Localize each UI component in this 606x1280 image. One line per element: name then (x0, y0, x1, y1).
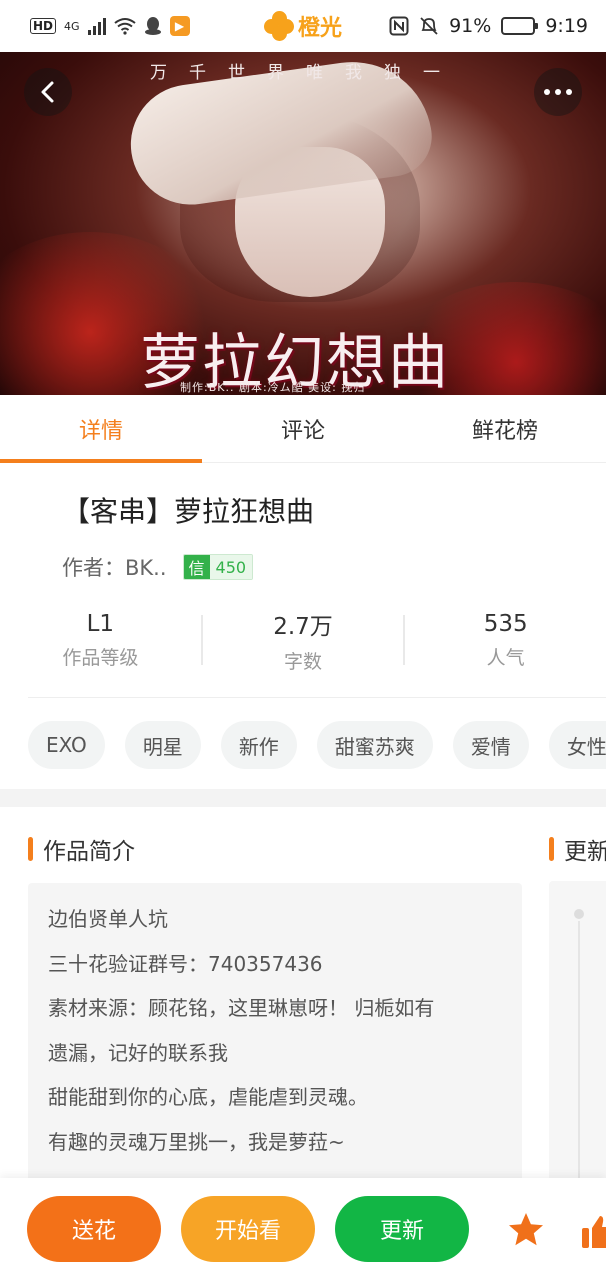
favorite-star-icon[interactable] (506, 1210, 546, 1250)
work-stats: L1 作品等级 2.7万 字数 535 人气 (0, 606, 606, 674)
synopsis-line: 甜能甜到你的心底，虐能虐到灵魂。 (48, 1085, 368, 1109)
brand-name: 橙光 (297, 16, 343, 41)
battery-percent: 91% (449, 15, 492, 37)
update-button[interactable]: 更新 (335, 1196, 469, 1262)
synopsis-line: 素材来源：顾花铭，这里琳崽呀！ 归栀如有 (48, 996, 435, 1020)
banner-tagline: 万千世界唯我独一 (150, 63, 462, 83)
wifi-icon (113, 18, 136, 35)
timeline-line (578, 921, 580, 1221)
tag-chip[interactable]: 女性向 (548, 721, 606, 769)
stat-word-count: 2.7万 字数 (203, 606, 404, 674)
stat-word-count-value: 2.7万 (273, 613, 333, 640)
nfc-icon (389, 16, 409, 36)
tag-chip[interactable]: 明星 (124, 721, 201, 769)
synopsis-line: 边伯贤单人坑 (48, 907, 168, 931)
stat-level-value: L1 (86, 610, 115, 637)
stat-popularity-value: 535 (483, 610, 528, 637)
tab-comments[interactable]: 评论 (202, 395, 404, 462)
stat-level-label: 作品等级 (62, 646, 139, 669)
banner-credits: 制作:BK.. 剧本:冷ム酷 美设: 挽归 (180, 381, 366, 394)
synopsis-line: 有趣的灵魂万里挑一，我是萝菈~ (48, 1129, 345, 1154)
more-dots-icon (544, 89, 572, 95)
update-timeline-card[interactable] (549, 881, 606, 1221)
network-type: 4G (64, 19, 80, 33)
tab-details[interactable]: 详情 (0, 395, 202, 463)
thumbs-up-icon[interactable] (580, 1212, 606, 1252)
signal-icon (87, 17, 106, 35)
tag-list: EXO 明星 新作 甜蜜苏爽 爱情 女性向 (28, 721, 606, 769)
heading-accent-bar (549, 837, 554, 861)
status-right: 91% 9:19 (389, 15, 588, 37)
credit-value: 450 (209, 555, 253, 579)
stat-popularity: 535 人气 (405, 606, 606, 674)
work-title: 【客串】萝拉狂想曲 (62, 495, 315, 528)
stat-level: L1 作品等级 (0, 606, 201, 674)
heading-accent-bar (28, 837, 33, 861)
brand-logo: 橙光 (263, 10, 343, 42)
flower-logo-icon (263, 11, 294, 41)
author-row: 作者：BK.. 信 450 (62, 552, 254, 582)
cover-banner: 万千世界唯我独一 萝拉幻想曲 制作:BK.. 剧本:冷ム酷 美设: 挽归 (0, 52, 606, 395)
synopsis-line: 遗漏，记好的联系我 (48, 1040, 228, 1065)
more-button[interactable] (534, 68, 582, 116)
tag-chip[interactable]: EXO (28, 721, 105, 769)
status-bar: HD 4G ▶ 橙光 91% 9:19 (0, 0, 606, 52)
bottom-action-bar: 送花 开始看 更新 (0, 1178, 606, 1280)
tag-chip[interactable]: 爱情 (452, 721, 529, 769)
author-name[interactable]: 作者：BK.. (62, 552, 167, 582)
start-reading-button[interactable]: 开始看 (181, 1196, 315, 1262)
synopsis-card[interactable]: 边伯贤单人坑 三十花验证群号：740357436 素材来源：顾花铭，这里琳崽呀！… (28, 883, 522, 1213)
synopsis-heading: 作品简介 (28, 832, 135, 866)
chevron-left-icon (41, 81, 54, 103)
credit-badge: 信 450 (182, 554, 254, 580)
tag-chip[interactable]: 甜蜜苏爽 (316, 721, 433, 769)
update-heading: 更新 (549, 832, 606, 866)
mute-bell-icon (420, 17, 438, 35)
credit-icon: 信 (183, 555, 210, 579)
clock: 9:19 (545, 15, 588, 37)
video-app-icon: ▶ (169, 16, 190, 36)
synopsis-heading-text: 作品简介 (43, 839, 135, 865)
status-left: HD 4G ▶ (30, 16, 190, 36)
section-spacer (0, 789, 606, 807)
update-heading-text: 更新 (564, 839, 606, 865)
battery-icon (501, 17, 539, 35)
tab-bar: 详情 评论 鲜花榜 (0, 395, 606, 463)
stat-word-count-label: 字数 (284, 650, 323, 673)
timeline-dot (574, 909, 584, 919)
app-screen: HD 4G ▶ 橙光 91% 9:19 万千世界唯我独一 萝拉幻想曲 制作:BK… (0, 0, 606, 1280)
divider (28, 697, 606, 698)
qq-icon (144, 17, 161, 35)
synopsis-line: 三十花验证群号：740357436 (48, 951, 323, 976)
hd-indicator: HD (30, 18, 57, 34)
tag-chip[interactable]: 新作 (220, 721, 297, 769)
stat-popularity-label: 人气 (486, 646, 525, 669)
send-flower-button[interactable]: 送花 (27, 1196, 161, 1262)
tab-flower-ranking[interactable]: 鲜花榜 (404, 395, 606, 462)
back-button[interactable] (24, 68, 72, 116)
